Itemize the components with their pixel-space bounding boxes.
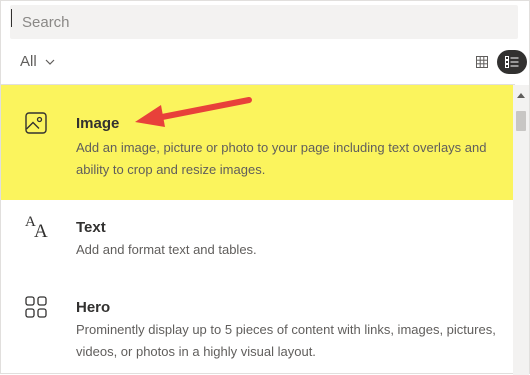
- webpart-item-description: Add and format text and tables.: [76, 242, 257, 257]
- text-cursor: [11, 9, 12, 27]
- search-box[interactable]: [10, 5, 518, 39]
- view-toggle: [473, 50, 527, 74]
- search-input[interactable]: [20, 12, 518, 32]
- webpart-toolbox-panel: All: [0, 0, 530, 375]
- scrollbar-thumb[interactable]: [516, 111, 526, 131]
- webpart-item-title: Image: [76, 115, 120, 132]
- svg-text:A: A: [34, 221, 48, 238]
- webpart-item-hero[interactable]: Hero Prominently display up to 5 pieces …: [1, 280, 515, 375]
- webpart-item-description: Prominently display up to 5 pieces of co…: [76, 322, 496, 359]
- webpart-item-image[interactable]: Image Add an image, picture or photo to …: [1, 85, 515, 200]
- list-view-button[interactable]: [497, 50, 527, 74]
- category-filter-label: All: [20, 53, 37, 70]
- grid-view-button[interactable]: [473, 53, 491, 71]
- category-filter-dropdown[interactable]: All: [20, 53, 55, 70]
- webpart-item-description: Add an image, picture or photo to your p…: [76, 140, 487, 177]
- webpart-item-title: Text: [76, 219, 106, 236]
- grid-view-icon: [476, 56, 488, 68]
- image-icon: [25, 112, 47, 134]
- chevron-down-icon: [45, 59, 55, 65]
- hero-layout-icon: [25, 296, 47, 318]
- webpart-item-text[interactable]: A A Text Add and format text and tables.: [1, 200, 515, 270]
- list-view-icon: [505, 56, 519, 68]
- scroll-up-arrow-icon[interactable]: [517, 93, 525, 98]
- webpart-item-title: Hero: [76, 299, 111, 316]
- text-icon: A A: [25, 214, 48, 238]
